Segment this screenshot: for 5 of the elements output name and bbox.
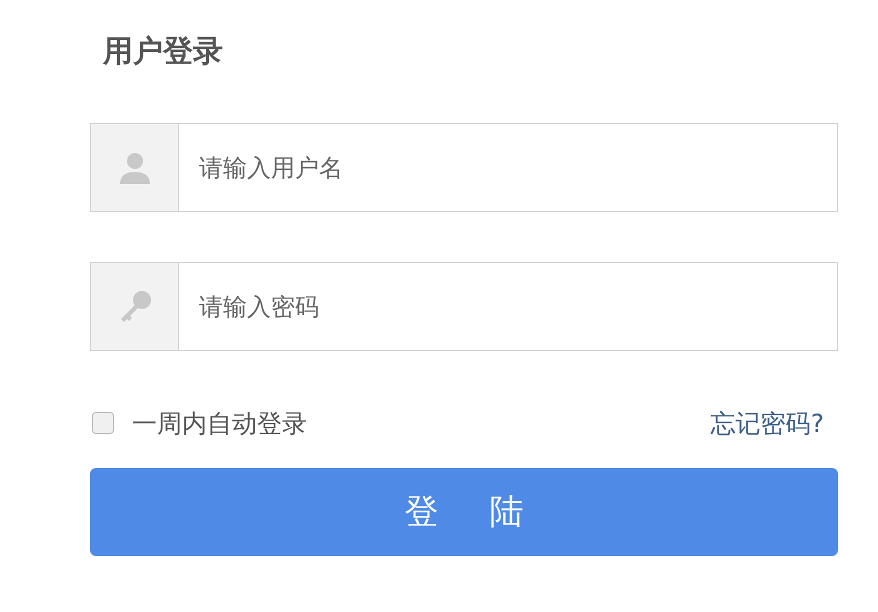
- remember-label[interactable]: 一周内自动登录: [132, 406, 307, 440]
- login-button[interactable]: 登 陆: [90, 468, 838, 556]
- login-title: 用户登录: [103, 33, 224, 71]
- forgot-password-link[interactable]: 忘记密码?: [710, 406, 824, 440]
- remember-checkbox[interactable]: [92, 412, 114, 434]
